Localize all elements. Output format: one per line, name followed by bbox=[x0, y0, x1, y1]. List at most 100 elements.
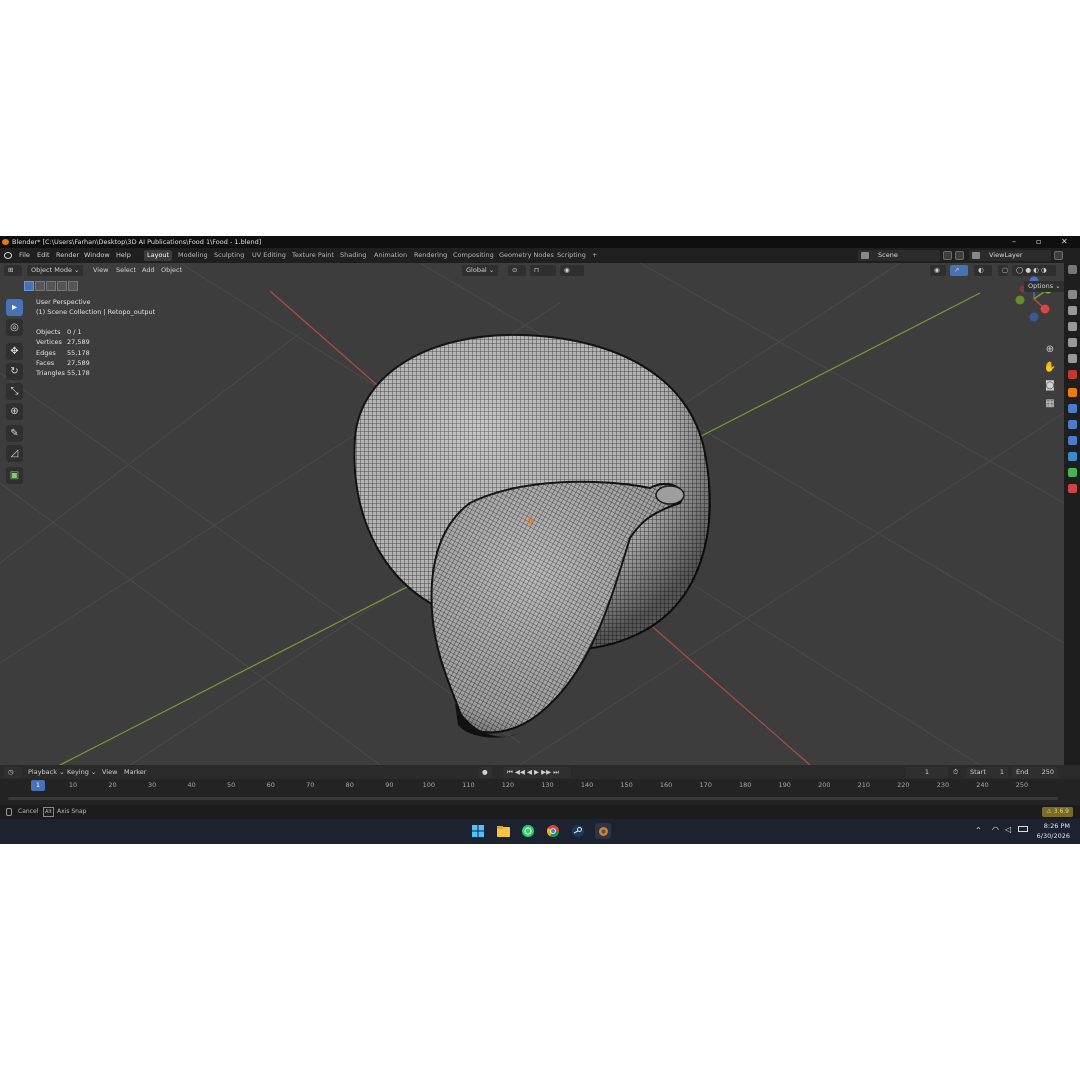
select-extend-icon[interactable] bbox=[35, 281, 45, 291]
camera-view-icon[interactable]: ◙ bbox=[1042, 377, 1058, 393]
proportional-edit-icon[interactable]: ◉ bbox=[560, 265, 584, 276]
modifier-properties-icon[interactable] bbox=[1068, 404, 1077, 413]
menu-object[interactable]: Object bbox=[161, 265, 182, 276]
menu-keying[interactable]: Keying ⌄ bbox=[67, 767, 96, 778]
chrome-icon[interactable] bbox=[545, 823, 561, 839]
blender-taskbar-icon[interactable] bbox=[595, 823, 611, 839]
pivot-point-icon[interactable]: ⊙ bbox=[508, 265, 526, 276]
cursor-tool-icon[interactable]: ◎ bbox=[6, 319, 23, 336]
particles-properties-icon[interactable] bbox=[1068, 420, 1077, 429]
close-button[interactable]: ✕ bbox=[1061, 236, 1068, 248]
scene-selector[interactable]: Scene bbox=[858, 250, 940, 261]
editor-type-icon[interactable]: ⊞ bbox=[4, 265, 22, 276]
file-explorer-icon[interactable] bbox=[495, 823, 511, 839]
options-dropdown[interactable]: Options ⌄ bbox=[1024, 281, 1064, 292]
overlay-toggle-icon[interactable]: ◐ bbox=[974, 265, 992, 276]
blender-menu-icon[interactable] bbox=[4, 252, 12, 259]
xray-toggle-icon[interactable]: ▢ bbox=[998, 265, 1008, 276]
battery-icon[interactable] bbox=[1018, 826, 1028, 832]
object-mode-dropdown[interactable]: Object Mode ⌄ bbox=[27, 265, 84, 276]
perspective-toggle-icon[interactable]: ▦ bbox=[1042, 395, 1058, 411]
tool-properties-icon[interactable] bbox=[1068, 290, 1077, 299]
scene-properties-icon[interactable] bbox=[1068, 354, 1077, 363]
current-frame-field[interactable]: 1 bbox=[906, 767, 948, 778]
record-icon[interactable]: ● bbox=[478, 767, 492, 778]
whatsapp-icon[interactable] bbox=[520, 823, 536, 839]
material-properties-icon[interactable] bbox=[1068, 484, 1077, 493]
outliner-toggle-icon[interactable] bbox=[1068, 265, 1077, 274]
view-layer-selector[interactable]: ViewLayer bbox=[969, 250, 1051, 261]
end-frame-field[interactable]: End 250 bbox=[1012, 767, 1058, 778]
pan-hand-icon[interactable]: ✋ bbox=[1042, 359, 1058, 375]
output-properties-icon[interactable] bbox=[1068, 322, 1077, 331]
transform-orientation-dropdown[interactable]: Global ⌄ bbox=[462, 265, 499, 276]
select-intersect-icon[interactable] bbox=[68, 281, 78, 291]
data-properties-icon[interactable] bbox=[1068, 468, 1077, 477]
select-new-icon[interactable] bbox=[24, 281, 34, 291]
move-tool-icon[interactable]: ✥ bbox=[6, 343, 23, 360]
tab-layout[interactable]: Layout bbox=[144, 250, 173, 261]
tab-shading[interactable]: Shading bbox=[337, 250, 369, 261]
timeline-scrollbar[interactable] bbox=[8, 797, 1058, 800]
select-subtract-icon[interactable] bbox=[46, 281, 56, 291]
menu-view[interactable]: View bbox=[93, 265, 108, 276]
tab-scripting[interactable]: Scripting bbox=[554, 250, 589, 261]
menu-marker[interactable]: Marker bbox=[124, 767, 146, 778]
menu-file[interactable]: File bbox=[19, 251, 30, 259]
maximize-button[interactable]: ▫ bbox=[1036, 236, 1041, 248]
playback-controls[interactable]: ⏮ ◀◀ ◀ ▶ ▶▶ ⏭ bbox=[503, 767, 571, 778]
select-mode-buttons[interactable] bbox=[24, 281, 78, 291]
delete-scene-icon[interactable] bbox=[955, 251, 964, 260]
steam-icon[interactable] bbox=[570, 823, 586, 839]
add-workspace-button[interactable]: + bbox=[589, 250, 600, 261]
view-layer-properties-icon[interactable] bbox=[1068, 338, 1077, 347]
current-frame-indicator[interactable]: 1 bbox=[31, 780, 45, 791]
select-invert-icon[interactable] bbox=[57, 281, 67, 291]
menu-render[interactable]: Render bbox=[56, 251, 79, 259]
clock-date[interactable]: 6/30/2026 bbox=[1037, 832, 1070, 841]
frame-ruler[interactable]: 1 10 20 30 40 50 60 70 80 90 100 110 120 130 140 150 16… bbox=[0, 779, 1064, 793]
rotate-tool-icon[interactable]: ↻ bbox=[6, 363, 23, 380]
stopwatch-icon[interactable]: ⏱ bbox=[953, 767, 958, 778]
tab-modeling[interactable]: Modeling bbox=[175, 250, 211, 261]
menu-playback[interactable]: Playback ⌄ bbox=[28, 767, 65, 778]
world-properties-icon[interactable] bbox=[1068, 370, 1077, 379]
zoom-icon[interactable]: ⊕ bbox=[1042, 341, 1058, 357]
scale-tool-icon[interactable]: ⤡ bbox=[6, 383, 23, 400]
new-view-layer-icon[interactable] bbox=[1054, 251, 1063, 260]
tab-animation[interactable]: Animation bbox=[371, 250, 410, 261]
tab-texture-paint[interactable]: Texture Paint bbox=[289, 250, 337, 261]
menu-edit[interactable]: Edit bbox=[37, 251, 50, 259]
windows-start-icon[interactable] bbox=[470, 823, 486, 839]
transform-tool-icon[interactable]: ⊕ bbox=[6, 403, 23, 420]
tray-chevron-icon[interactable]: ⌃ bbox=[975, 826, 982, 835]
menu-timeline-view[interactable]: View bbox=[102, 767, 117, 778]
physics-properties-icon[interactable] bbox=[1068, 436, 1077, 445]
volume-icon[interactable]: ◁ bbox=[1005, 825, 1011, 834]
gizmo-toggle-icon[interactable]: ↗ bbox=[950, 265, 968, 276]
menu-window[interactable]: Window bbox=[84, 251, 110, 259]
visibility-icon[interactable]: ◉ bbox=[930, 265, 946, 276]
tab-geometry-nodes[interactable]: Geometry Nodes bbox=[496, 250, 557, 261]
start-frame-field[interactable]: Start 1 bbox=[966, 767, 1008, 778]
shading-modes[interactable]: ◯ ● ◐ ◑ bbox=[1012, 265, 1056, 276]
timeline-editor-icon[interactable]: ◷ bbox=[4, 767, 22, 778]
render-properties-icon[interactable] bbox=[1068, 306, 1077, 315]
clock-time[interactable]: 8:26 PM bbox=[1044, 822, 1070, 831]
measure-tool-icon[interactable]: ◿ bbox=[6, 445, 23, 462]
constraints-properties-icon[interactable] bbox=[1068, 452, 1077, 461]
menu-select[interactable]: Select bbox=[116, 265, 136, 276]
annotate-tool-icon[interactable]: ✎ bbox=[6, 425, 23, 442]
select-box-tool-icon[interactable]: ▸ bbox=[6, 299, 23, 316]
menu-help[interactable]: Help bbox=[116, 251, 131, 259]
tab-sculpting[interactable]: Sculpting bbox=[211, 250, 247, 261]
3d-viewport[interactable]: ⊞ Object Mode ⌄ View Select Add Object G… bbox=[0, 263, 1064, 765]
tab-rendering[interactable]: Rendering bbox=[411, 250, 450, 261]
wifi-icon[interactable]: ◠ bbox=[992, 825, 999, 834]
menu-add[interactable]: Add bbox=[142, 265, 155, 276]
new-scene-icon[interactable] bbox=[943, 251, 952, 260]
object-properties-icon[interactable] bbox=[1068, 388, 1077, 397]
minimize-button[interactable]: – bbox=[1012, 236, 1016, 248]
snap-icon[interactable]: ⊓ bbox=[530, 265, 556, 276]
add-cube-tool-icon[interactable]: ▣ bbox=[6, 467, 23, 484]
